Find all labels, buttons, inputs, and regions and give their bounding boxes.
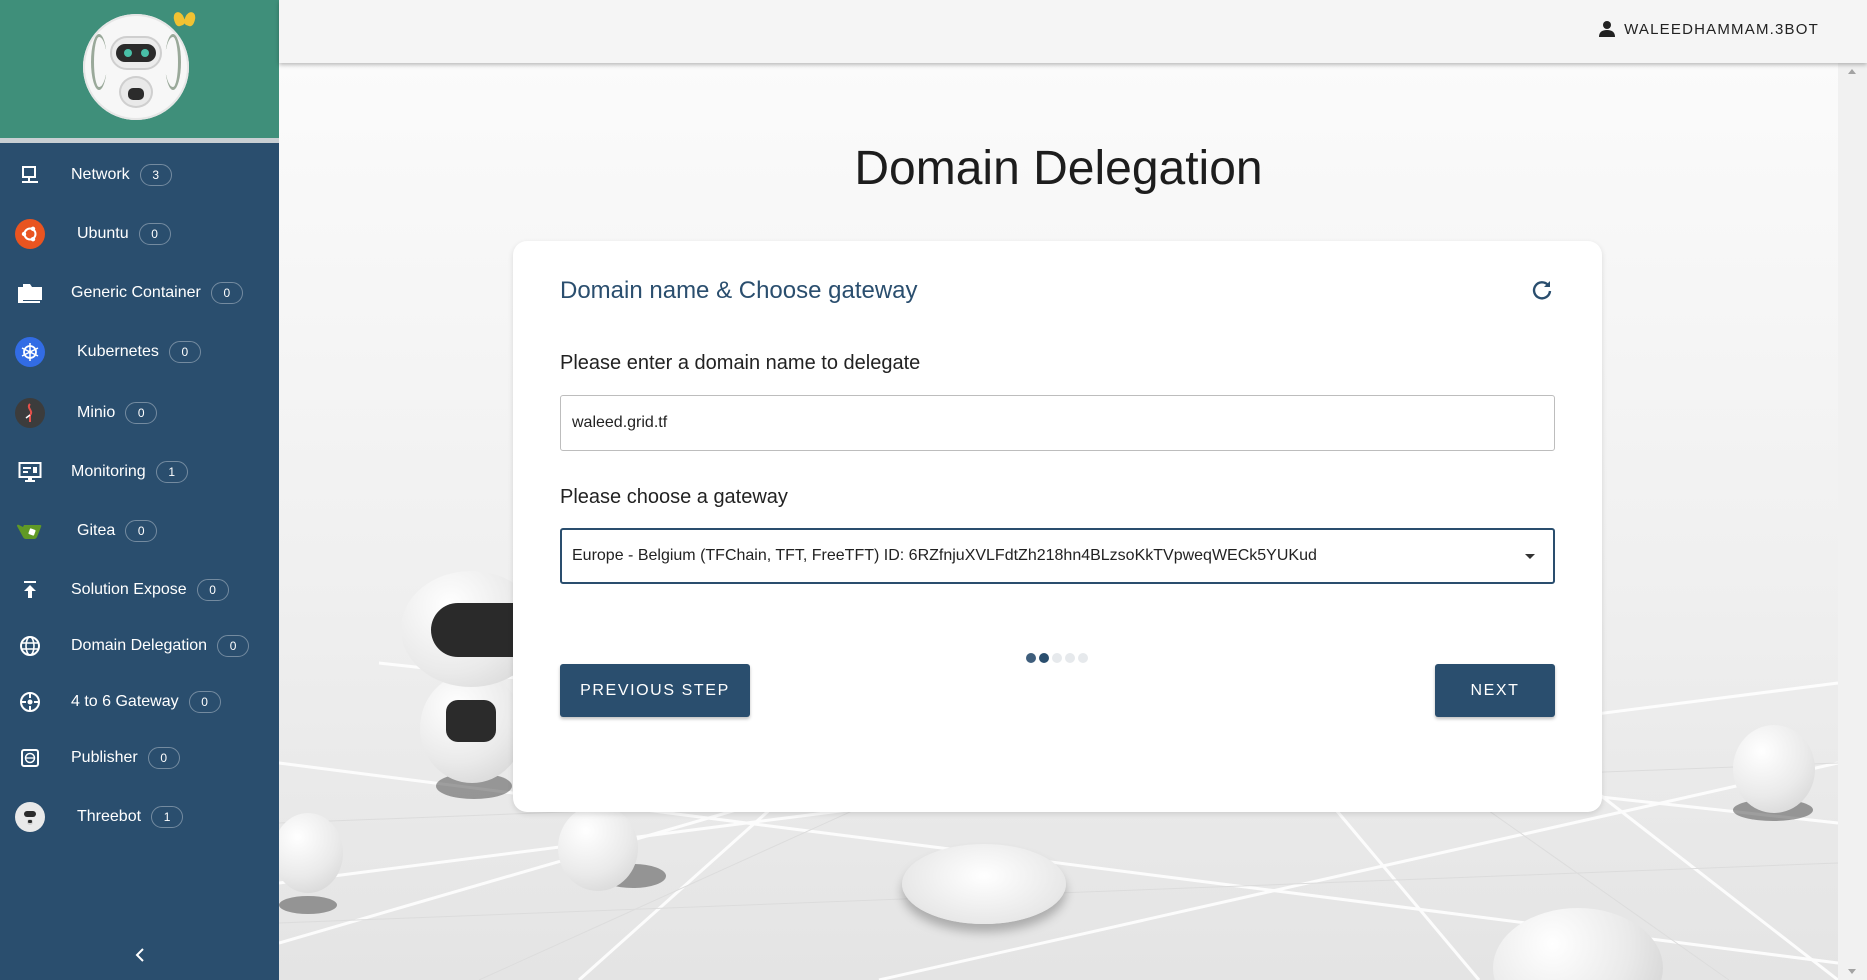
gateway-icon xyxy=(14,686,46,718)
count-badge: 0 xyxy=(217,635,250,657)
sidebar-item-ubuntu[interactable]: Ubuntu 0 xyxy=(0,212,279,256)
sidebar-item-label: Ubuntu xyxy=(77,225,129,243)
threebot-icon xyxy=(14,801,46,833)
sidebar-item-label: Monitoring xyxy=(71,463,146,481)
threefold-bot-logo xyxy=(83,14,189,120)
sidebar-item-label: Solution Expose xyxy=(71,581,187,599)
sidebar-item-label: Threebot xyxy=(77,808,142,826)
count-badge: 0 xyxy=(147,747,180,769)
sidebar-item-label: 4 to 6 Gateway xyxy=(71,693,179,711)
page-title: Domain Delegation xyxy=(854,142,1263,195)
collapse-sidebar-button[interactable] xyxy=(128,943,152,967)
scroll-down-arrow-icon[interactable] xyxy=(1848,969,1856,974)
step-dot xyxy=(1052,653,1062,663)
upload-icon xyxy=(14,574,46,606)
top-app-bar: WALEEDHAMMAM.3BOT xyxy=(279,0,1867,63)
sidebar-item-label: Generic Container xyxy=(71,284,201,302)
previous-step-button[interactable]: PREVIOUS STEP xyxy=(560,664,750,717)
username: WALEEDHAMMAM.3BOT xyxy=(1624,20,1819,38)
sidebar-header xyxy=(0,0,279,143)
robot-chest-decoration xyxy=(446,700,496,742)
count-badge: 0 xyxy=(138,223,171,245)
minio-icon xyxy=(14,397,46,429)
sidebar-item-minio[interactable]: Minio 0 xyxy=(0,391,279,435)
count-badge: 1 xyxy=(151,806,184,828)
step-indicator xyxy=(1026,653,1088,663)
count-badge: 0 xyxy=(196,579,229,601)
chevron-left-icon xyxy=(135,948,144,962)
step-dot xyxy=(1026,653,1036,663)
count-badge: 0 xyxy=(125,402,158,424)
robot-decoration xyxy=(1733,725,1815,813)
sidebar-item-network[interactable]: Network 3 xyxy=(0,153,279,197)
count-badge: 0 xyxy=(125,520,158,542)
domain-input[interactable] xyxy=(560,395,1555,451)
coin-decoration xyxy=(902,844,1066,924)
kubernetes-icon xyxy=(14,336,46,368)
sidebar-item-publisher[interactable]: Publisher 0 xyxy=(0,736,279,780)
step-dot xyxy=(1039,653,1049,663)
count-badge: 0 xyxy=(168,341,201,363)
sidebar-item-label: Gitea xyxy=(77,522,116,540)
refresh-icon xyxy=(1532,281,1552,300)
globe-icon xyxy=(14,630,46,662)
account-icon xyxy=(1599,21,1616,37)
sidebar-item-threebot[interactable]: Threebot 1 xyxy=(0,795,279,839)
web-icon xyxy=(14,742,46,774)
gitea-icon xyxy=(14,515,46,547)
sidebar-item-label: Network xyxy=(71,166,130,184)
count-badge: 1 xyxy=(155,461,188,483)
page-scrollbar[interactable] xyxy=(1838,63,1867,980)
folder-icon xyxy=(14,277,46,309)
sidebar-item-label: Kubernetes xyxy=(77,343,159,361)
step-dot xyxy=(1065,653,1075,663)
ubuntu-icon xyxy=(14,218,46,250)
gateway-selected-value: Europe - Belgium (TFChain, TFT, FreeTFT)… xyxy=(572,547,1317,564)
wizard-card: Domain name & Choose gateway Please ente… xyxy=(513,241,1602,812)
butterfly-icon xyxy=(171,10,198,28)
sidebar-item-label: Minio xyxy=(77,404,116,422)
gateway-field-label: Please choose a gateway xyxy=(560,486,788,508)
sidebar-item-label: Publisher xyxy=(71,749,138,767)
sidebar: Network 3 Ubuntu 0 Generic Container 0 K… xyxy=(0,0,279,980)
sidebar-item-label: Domain Delegation xyxy=(71,637,208,655)
domain-field-label: Please enter a domain name to delegate xyxy=(560,352,921,374)
count-badge: 0 xyxy=(210,282,243,304)
scroll-up-arrow-icon[interactable] xyxy=(1848,69,1856,74)
sidebar-item-gitea[interactable]: Gitea 0 xyxy=(0,509,279,553)
main-content: Domain Delegation Domain name & Choose g… xyxy=(279,63,1838,980)
robot-shadow xyxy=(279,896,337,914)
robot-decoration xyxy=(558,805,638,891)
sidebar-item-solution-expose[interactable]: Solution Expose 0 xyxy=(0,568,279,612)
sidebar-item-monitoring[interactable]: Monitoring 1 xyxy=(0,450,279,494)
dropdown-arrow-icon xyxy=(1525,554,1535,559)
count-badge: 3 xyxy=(139,164,172,186)
next-button[interactable]: NEXT xyxy=(1435,664,1555,717)
gateway-select[interactable]: Europe - Belgium (TFChain, TFT, FreeTFT)… xyxy=(560,528,1555,584)
refresh-button[interactable] xyxy=(1528,276,1556,304)
monitor-icon xyxy=(14,456,46,488)
network-icon xyxy=(14,159,46,191)
step-title: Domain name & Choose gateway xyxy=(560,277,918,304)
user-menu[interactable]: WALEEDHAMMAM.3BOT xyxy=(1598,20,1819,38)
sidebar-item-kubernetes[interactable]: Kubernetes 0 xyxy=(0,330,279,374)
sidebar-item-4-to-6-gateway[interactable]: 4 to 6 Gateway 0 xyxy=(0,680,279,724)
count-badge: 0 xyxy=(188,691,221,713)
step-dot xyxy=(1078,653,1088,663)
sidebar-item-domain-delegation[interactable]: Domain Delegation 0 xyxy=(0,624,279,668)
sidebar-item-generic-container[interactable]: Generic Container 0 xyxy=(0,271,279,315)
